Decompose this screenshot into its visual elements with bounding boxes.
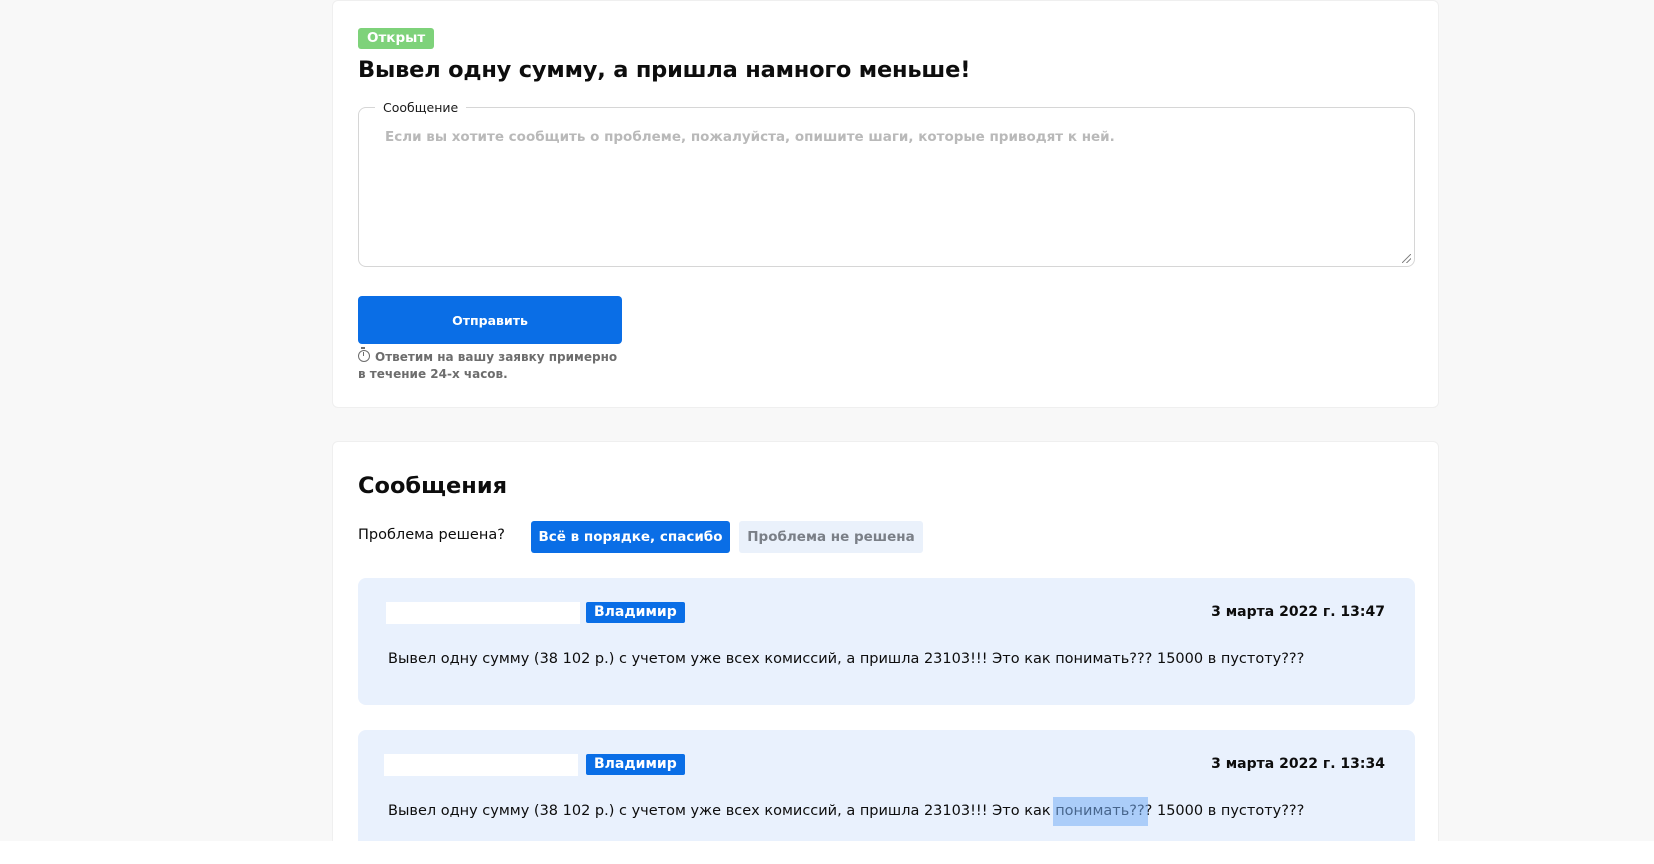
resolved-no-button[interactable]: Проблема не решена — [739, 521, 923, 553]
messages-title: Сообщения — [358, 473, 508, 499]
message-date: 3 марта 2022 г. 13:34 — [1211, 756, 1385, 772]
message-text: Вывел одну сумму (38 102 р.) с учетом уж… — [388, 651, 1305, 667]
messages-card: Сообщения Проблема решена? Всё в порядке… — [332, 441, 1439, 841]
message-item: Владимир 3 марта 2022 г. 13:34 Вывел одн… — [358, 730, 1415, 841]
ticket-card: Открыт Вывел одну сумму, а пришла намног… — [332, 0, 1439, 408]
send-button[interactable]: Отправить — [358, 296, 622, 344]
message-textarea[interactable] — [360, 109, 1413, 265]
resolved-question: Проблема решена? — [358, 527, 505, 543]
author-placeholder — [384, 754, 578, 776]
message-item: Владимир 3 марта 2022 г. 13:47 Вывел одн… — [358, 578, 1415, 705]
status-badge: Открыт — [358, 28, 435, 49]
response-note-text: Ответим на вашу заявку примерно в течени… — [358, 350, 618, 381]
message-text: Вывел одну сумму (38 102 р.) с учетом уж… — [388, 803, 1305, 819]
resolved-yes-button[interactable]: Всё в порядке, спасибо — [531, 521, 730, 553]
page-viewport: Открыт Вывел одну сумму, а пришла намног… — [0, 0, 1654, 841]
text-selection-highlight — [1053, 797, 1148, 826]
author-badge: Владимир — [586, 602, 685, 623]
timer-icon — [358, 347, 370, 362]
textarea-resize-handle[interactable] — [1402, 254, 1411, 263]
message-date: 3 марта 2022 г. 13:47 — [1211, 604, 1385, 620]
author-badge: Владимир — [586, 754, 685, 775]
response-note: Ответим на вашу заявку примерно в течени… — [358, 347, 628, 383]
ticket-title: Вывел одну сумму, а пришла намного меньш… — [358, 57, 971, 83]
message-fieldset: Сообщение — [358, 100, 1415, 267]
author-placeholder — [386, 602, 580, 624]
